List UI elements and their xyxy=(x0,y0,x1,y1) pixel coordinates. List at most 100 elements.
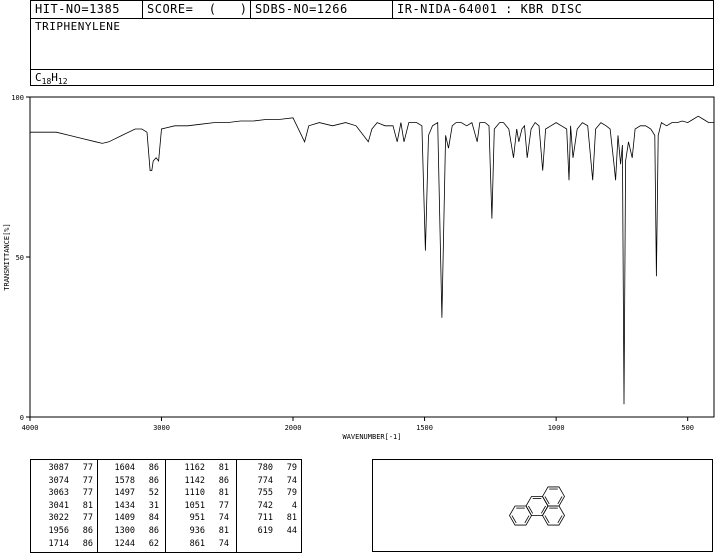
plot-frame xyxy=(29,96,715,418)
ir-spectrum-chart: 4000 3000 2000 1500 1000 500100500WAVENUMBER[… xyxy=(3,94,715,441)
peak-row: 3087 77 xyxy=(33,462,93,475)
peak-transmittance: 77 xyxy=(82,488,93,499)
peak-row: 1604 86 xyxy=(99,462,159,475)
x-axis-label: WAVENUMBER[-1] xyxy=(342,433,401,441)
peak-row: 619 44 xyxy=(237,525,297,538)
peak-transmittance: 74 xyxy=(218,513,229,524)
peak-wavenumber: 1578 xyxy=(114,475,135,486)
peak-wavenumber: 780 xyxy=(257,463,273,473)
peak-row: 1162 81 xyxy=(169,462,229,475)
peak-row: 1409 84 xyxy=(99,512,159,525)
spectrum-trace xyxy=(30,115,714,405)
peak-wavenumber: 619 xyxy=(257,525,273,536)
peak-transmittance: 84 xyxy=(148,513,159,524)
peak-wavenumber: 774 xyxy=(257,475,273,486)
peak-row: 936 81 xyxy=(169,525,229,538)
peak-transmittance: 86 xyxy=(148,525,159,536)
peak-row: 1497 52 xyxy=(99,487,159,500)
peak-transmittance: 62 xyxy=(148,538,159,549)
peak-wavenumber: 1142 xyxy=(184,475,205,486)
peak-transmittance: 52 xyxy=(148,488,159,499)
peak-wavenumber: 3041 xyxy=(48,500,69,511)
molecular-formula: C18H12 xyxy=(35,71,68,87)
source-info: IR-NIDA-64001 : KBR DISC xyxy=(392,1,713,18)
peak-wavenumber: 3074 xyxy=(48,475,69,486)
ring-bottom-right xyxy=(542,505,565,526)
x-tick-label: 3000 xyxy=(153,424,170,432)
peak-transmittance: 81 xyxy=(218,525,229,536)
peak-transmittance: 86 xyxy=(148,475,159,486)
peak-column: 1162 81 1142 86 1110 81 1051 77 951 74 936 81 861 74 xyxy=(169,462,229,550)
peak-column: 1604 86 1578 86 1497 52 1434 31 1409 84 1300 86 1244… xyxy=(99,462,159,550)
peak-row: 1110 81 xyxy=(169,487,229,500)
peak-row: 3022 77 xyxy=(33,512,93,525)
x-tick-label: 1000 xyxy=(548,424,565,432)
triphenylene-structure xyxy=(509,486,565,526)
peak-row: 755 79 xyxy=(237,487,297,500)
peak-wavenumber: 1604 xyxy=(114,463,135,473)
peak-wavenumber: 1956 xyxy=(48,525,69,536)
spectrum-header: HIT-NO=1385 SCORE= ( ) SDBS-NO=1266 IR-N… xyxy=(30,0,714,86)
peak-row: 1051 77 xyxy=(169,500,229,513)
peak-transmittance: 86 xyxy=(218,475,229,486)
peak-column: 3087 77 3074 77 3063 77 3041 81 3022 77 1956 86 1714… xyxy=(33,462,93,550)
peak-transmittance: 79 xyxy=(286,463,297,473)
peak-wavenumber: 861 xyxy=(189,538,205,549)
peak-row: 3074 77 xyxy=(33,475,93,488)
peak-row: 3041 81 xyxy=(33,500,93,513)
peak-row: 1434 31 xyxy=(99,500,159,513)
peak-row: 1142 86 xyxy=(169,475,229,488)
peak-wavenumber: 1051 xyxy=(184,500,205,511)
central-ring xyxy=(525,496,549,516)
header-info-row: HIT-NO=1385 SCORE= ( ) SDBS-NO=1266 IR-N… xyxy=(31,1,713,19)
ring-left xyxy=(509,505,532,526)
compound-name: TRIPHENYLENE xyxy=(35,20,121,33)
peak-row: 780 79 xyxy=(237,462,297,475)
peak-wavenumber: 936 xyxy=(189,525,205,536)
peak-row: 742 4 xyxy=(237,500,297,513)
peak-transmittance: 44 xyxy=(286,525,297,536)
peak-wavenumber: 1110 xyxy=(184,488,205,499)
peak-row: 1300 86 xyxy=(99,525,159,538)
peak-wavenumber: 742 xyxy=(257,500,273,511)
peak-row: 3063 77 xyxy=(33,487,93,500)
y-tick-label: 50 xyxy=(16,254,24,262)
peak-wavenumber: 1409 xyxy=(114,513,135,524)
peak-row: 951 74 xyxy=(169,512,229,525)
peak-wavenumber: 951 xyxy=(189,513,205,524)
score: SCORE= ( ) xyxy=(142,1,250,18)
peak-row: 1956 86 xyxy=(33,525,93,538)
peak-transmittance: 81 xyxy=(218,488,229,499)
peak-transmittance: 79 xyxy=(286,488,297,499)
peak-transmittance: 77 xyxy=(82,475,93,486)
peak-row: 774 74 xyxy=(237,475,297,488)
peak-wavenumber: 3022 xyxy=(48,513,69,524)
y-tick-label: 0 xyxy=(20,414,24,422)
peak-row: 861 74 xyxy=(169,538,229,551)
peak-wavenumber: 1497 xyxy=(114,488,135,499)
peak-wavenumber: 3063 xyxy=(48,488,69,499)
peak-row: 1244 62 xyxy=(99,538,159,551)
peak-transmittance: 4 xyxy=(291,500,297,511)
peak-transmittance: 77 xyxy=(218,500,229,511)
peak-wavenumber: 1244 xyxy=(114,538,135,549)
y-tick-label: 100 xyxy=(11,94,24,102)
peak-wavenumber: 1714 xyxy=(48,538,69,549)
peak-transmittance: 86 xyxy=(82,538,93,549)
peak-row: 1578 86 xyxy=(99,475,159,488)
ring-top-right xyxy=(542,486,565,507)
peak-wavenumber: 1300 xyxy=(114,525,135,536)
sdbs-number: SDBS-NO=1266 xyxy=(250,1,392,18)
peak-wavenumber: 1162 xyxy=(184,463,205,473)
peak-transmittance: 77 xyxy=(82,463,93,473)
x-tick-label: 4000 xyxy=(22,424,39,432)
peak-transmittance: 86 xyxy=(82,525,93,536)
structure-box xyxy=(372,459,713,552)
peak-transmittance: 74 xyxy=(286,475,297,486)
hit-number: HIT-NO=1385 xyxy=(35,2,120,16)
peak-transmittance: 81 xyxy=(286,513,297,524)
x-tick-label: 1500 xyxy=(416,424,433,432)
peak-transmittance: 77 xyxy=(82,513,93,524)
peak-wavenumber: 1434 xyxy=(114,500,135,511)
peak-transmittance: 81 xyxy=(82,500,93,511)
